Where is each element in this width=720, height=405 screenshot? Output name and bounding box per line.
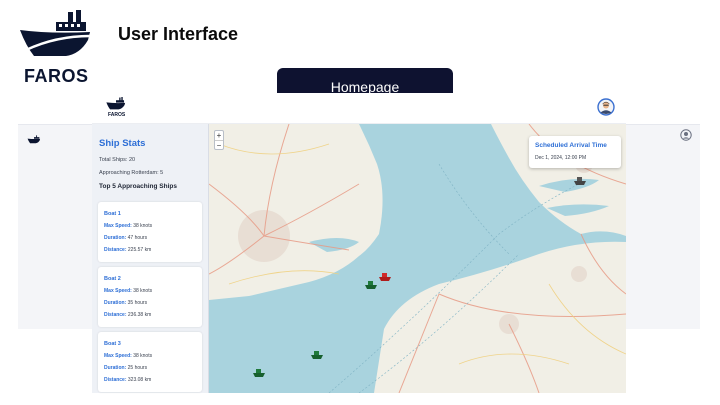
zoom-control: + − <box>214 130 224 150</box>
ship-map[interactable]: + − Scheduled Arrival Time Dec 1, 2024, … <box>209 124 626 393</box>
boat-name: Boat 1 <box>104 211 121 217</box>
distance-label: Distance: <box>104 247 127 253</box>
popup-date: Dec 1, 2024, 12:00 PM <box>535 155 587 161</box>
max-speed-value: 38 knots <box>133 353 153 359</box>
zoom-in-button[interactable]: + <box>215 131 223 140</box>
distance-value: 323.08 km <box>127 377 152 383</box>
duration-value: 35 hours <box>127 300 148 306</box>
zoom-out-button[interactable]: − <box>215 140 223 150</box>
distance-label: Distance: <box>104 312 127 318</box>
boat-name: Boat 2 <box>104 276 121 282</box>
avatar-icon <box>680 129 692 141</box>
green-ship-icon[interactable] <box>365 280 377 290</box>
duration-label: Duration: <box>104 300 127 306</box>
total-ships: Total Ships: 20 <box>99 157 136 163</box>
logo-text: FAROS <box>24 66 89 86</box>
top-ships-heading: Top 5 Approaching Ships <box>99 183 177 190</box>
user-avatar-icon[interactable] <box>597 98 615 116</box>
popup-title: Scheduled Arrival Time <box>535 142 607 149</box>
slide-title: User Interface <box>118 24 239 44</box>
arrival-popup: Scheduled Arrival Time Dec 1, 2024, 12:0… <box>529 136 621 168</box>
app-logo-text: FAROS <box>108 112 126 118</box>
red-ship-icon[interactable] <box>379 272 391 282</box>
ship-logo-icon <box>106 97 126 110</box>
distance-label: Distance: <box>104 377 127 383</box>
green-ship-icon[interactable] <box>311 350 323 360</box>
ship-stats-sidebar: Ship Stats Total Ships: 20 Approaching R… <box>92 124 209 393</box>
ship-stats-title: Ship Stats <box>99 138 146 149</box>
boat-card[interactable]: Boat 2 Max Speed: 38 knots Duration: 35 … <box>98 267 202 327</box>
max-speed-value: 38 knots <box>133 223 153 229</box>
ship-logo-icon <box>20 10 91 56</box>
max-speed-label: Max Speed: <box>104 223 132 229</box>
app-header: FAROS <box>92 93 626 124</box>
max-speed-value: 38 knots <box>133 288 153 294</box>
port-ship-icon[interactable] <box>574 176 586 186</box>
app-window: FAROS Ship Stats Total Ships: 20 Approac… <box>92 93 626 393</box>
faros-logo: FAROS <box>20 10 92 86</box>
boat-card[interactable]: Boat 3 Max Speed: 38 knots Duration: 25 … <box>98 332 202 392</box>
duration-value: 47 hours <box>127 235 148 241</box>
distance-value: 236.38 km <box>127 312 152 318</box>
max-speed-label: Max Speed: <box>104 353 132 359</box>
duration-value: 25 hours <box>127 365 148 371</box>
approaching-count: Approaching Rotterdam: 5 <box>99 170 164 176</box>
green-ship-icon[interactable] <box>253 368 265 378</box>
duration-label: Duration: <box>104 365 127 371</box>
duration-label: Duration: <box>104 235 127 241</box>
max-speed-label: Max Speed: <box>104 288 132 294</box>
ship-logo-icon <box>27 135 41 144</box>
boat-card[interactable]: Boat 1 Max Speed: 38 knots Duration: 47 … <box>98 202 202 262</box>
boat-name: Boat 3 <box>104 341 121 347</box>
distance-value: 225.57 km <box>127 247 152 253</box>
